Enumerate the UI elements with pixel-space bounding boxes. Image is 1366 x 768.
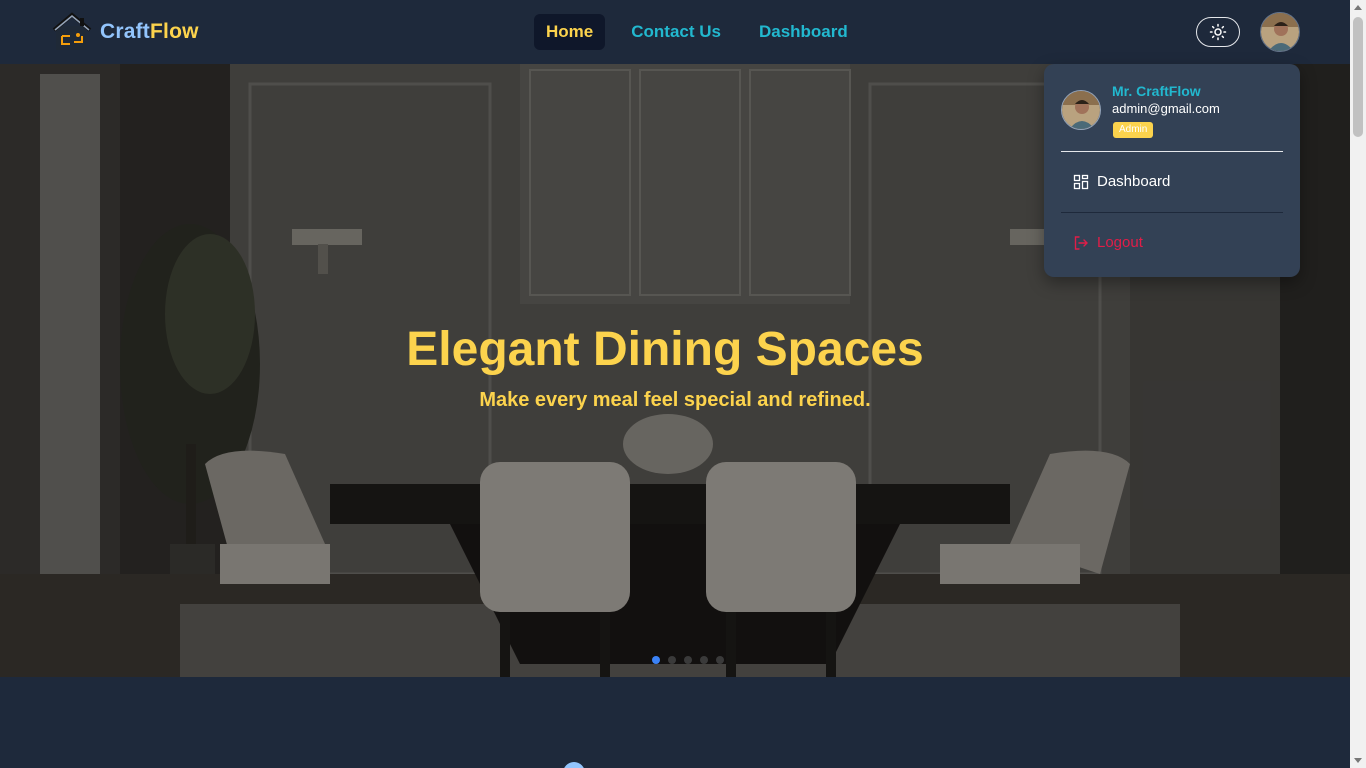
- logout-icon: [1074, 235, 1088, 250]
- scroll-down-arrow-icon[interactable]: [1354, 758, 1362, 763]
- avatar: [1261, 13, 1299, 51]
- nav-link-dashboard[interactable]: Dashboard: [747, 14, 860, 50]
- carousel-dot-5[interactable]: [716, 656, 724, 664]
- dropdown-item-dashboard[interactable]: Dashboard: [1073, 173, 1170, 190]
- brand-name-part1: Craft: [100, 20, 151, 43]
- carousel-dot-3[interactable]: [684, 656, 692, 664]
- carousel-dot-2[interactable]: [668, 656, 676, 664]
- scroll-up-arrow-icon[interactable]: [1354, 5, 1362, 10]
- main-nav: Home Contact Us Dashboard: [534, 14, 860, 50]
- hero-subtitle: Make every meal feel special and refined…: [479, 389, 871, 411]
- carousel-pagination: [652, 656, 724, 664]
- brand-logo[interactable]: CraftFlow: [52, 12, 199, 52]
- dropdown-item-logout[interactable]: Logout: [1073, 234, 1143, 251]
- page-scrollbar[interactable]: [1350, 0, 1366, 768]
- user-avatar-button[interactable]: [1260, 12, 1300, 52]
- dropdown-item-dashboard-label: Dashboard: [1097, 173, 1171, 190]
- dropdown-item-logout-label: Logout: [1097, 234, 1143, 251]
- carousel-dot-1[interactable]: [652, 656, 660, 664]
- user-dropdown-menu: Mr. CraftFlow admin@gmail.com Admin Dash…: [1044, 64, 1300, 277]
- hero-title: Elegant Dining Spaces: [406, 323, 924, 376]
- role-badge: Admin: [1113, 122, 1154, 138]
- carousel-dot-4[interactable]: [700, 656, 708, 664]
- dropdown-divider: [1061, 151, 1283, 152]
- sun-icon: [1209, 23, 1227, 41]
- dropdown-user-email: admin@gmail.com: [1112, 101, 1220, 116]
- avatar: [1062, 91, 1100, 129]
- dropdown-divider: [1061, 212, 1283, 213]
- brand-name: CraftFlow: [100, 20, 199, 44]
- nav-link-contact[interactable]: Contact Us: [619, 14, 733, 50]
- navbar: CraftFlow Home Contact Us Dashboard: [0, 0, 1350, 64]
- theme-toggle-button[interactable]: [1196, 17, 1240, 47]
- dropdown-user-name: Mr. CraftFlow: [1112, 83, 1201, 99]
- section-heading-icon: [563, 762, 585, 768]
- house-logo-icon: [52, 12, 92, 50]
- dropdown-avatar: [1061, 90, 1101, 130]
- nav-link-home[interactable]: Home: [534, 14, 606, 50]
- brand-name-part2: Flow: [150, 20, 199, 43]
- dashboard-grid-icon: [1073, 174, 1089, 189]
- scrollbar-thumb[interactable]: [1353, 17, 1363, 137]
